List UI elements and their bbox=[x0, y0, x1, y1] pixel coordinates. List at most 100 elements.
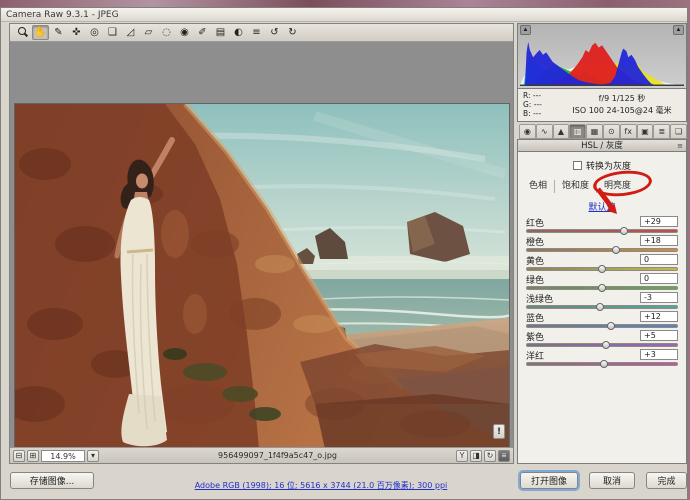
panel-tab-icon: ▦ bbox=[591, 127, 599, 136]
radial-filter-tool[interactable]: ◐ bbox=[230, 25, 247, 40]
exposure-info: f/9 1/125 秒 ISO 100 24-105@24 毫米 bbox=[558, 89, 686, 121]
slider-knob[interactable] bbox=[607, 322, 615, 330]
panel-menu-icon[interactable]: ≡ bbox=[677, 140, 683, 152]
workflow-options-link[interactable]: Adobe RGB (1998); 16 位; 5616 x 3744 (21.… bbox=[131, 480, 511, 491]
crop-tool[interactable]: ❑ bbox=[104, 25, 121, 40]
slider-value-input[interactable]: +12 bbox=[640, 311, 678, 322]
color-sampler-tool[interactable]: ✜ bbox=[68, 25, 85, 40]
open-image-button[interactable]: 打开图像 bbox=[520, 472, 578, 489]
transform-tool[interactable]: ▱ bbox=[140, 25, 157, 40]
preferences-button[interactable]: ≡ bbox=[248, 25, 265, 40]
exposure-line1: f/9 1/125 秒 bbox=[558, 93, 686, 105]
hand-tool[interactable]: ✋ bbox=[32, 25, 49, 40]
hsl-slider-row: 橙色 +18 bbox=[526, 235, 678, 254]
cancel-button[interactable]: 取消 bbox=[589, 472, 635, 489]
slider-knob[interactable] bbox=[596, 303, 604, 311]
slider-knob[interactable] bbox=[598, 284, 606, 292]
panel-tab-icon: fx bbox=[624, 127, 632, 136]
filename-label: 956499097_1f4f9a5c47_o.jpg bbox=[101, 451, 454, 460]
title-bar: Camera Raw 9.3.1 - JPEG bbox=[1, 8, 687, 22]
hsl-subtab[interactable]: 色相 bbox=[522, 180, 555, 193]
tool-icon: ↻ bbox=[288, 26, 296, 39]
slider-knob[interactable] bbox=[602, 341, 610, 349]
slider-track[interactable] bbox=[526, 324, 678, 328]
tab-split-toning[interactable]: ▦ bbox=[586, 124, 603, 139]
slider-value-input[interactable]: +5 bbox=[640, 330, 678, 341]
slider-value-input[interactable]: 0 bbox=[640, 273, 678, 284]
tab-effects[interactable]: fx bbox=[620, 124, 637, 139]
split-view-button[interactable]: ◨ bbox=[470, 450, 482, 462]
adjustment-brush-tool[interactable]: ✐ bbox=[194, 25, 211, 40]
rotate-right-button[interactable]: ↻ bbox=[284, 25, 301, 40]
tab-detail[interactable]: ▲ bbox=[553, 124, 570, 139]
red-eye-tool[interactable]: ◉ bbox=[176, 25, 193, 40]
panel-tab-icon: ▲ bbox=[558, 127, 564, 136]
slider-label: 浅绿色 bbox=[526, 292, 553, 305]
camera-raw-window: Camera Raw 9.3.1 - JPEG ✋✎✜◎❑◿▱◌◉✐▤◐≡↺↻ bbox=[0, 7, 688, 500]
tool-icon: ◎ bbox=[90, 26, 99, 39]
shadow-clipping-icon[interactable]: ▲ bbox=[520, 25, 531, 35]
tab-lens-corrections[interactable]: ⊙ bbox=[603, 124, 620, 139]
convert-grayscale-checkbox[interactable] bbox=[573, 161, 582, 170]
zoom-dropdown-button[interactable]: ▾ bbox=[87, 450, 99, 462]
zoom-in-button[interactable]: ⊞ bbox=[27, 450, 39, 462]
panel-tab-icon: ▣ bbox=[641, 127, 649, 136]
slider-track[interactable] bbox=[526, 305, 678, 309]
exif-panel: R: ---G: ---B: --- f/9 1/125 秒 ISO 100 2… bbox=[517, 89, 687, 122]
tab-tone-curve[interactable]: ∿ bbox=[536, 124, 553, 139]
slider-value-input[interactable]: +18 bbox=[640, 235, 678, 246]
slider-value-input[interactable]: 0 bbox=[640, 254, 678, 265]
slider-knob[interactable] bbox=[598, 265, 606, 273]
rgb-readout: R: ---G: ---B: --- bbox=[518, 89, 558, 121]
slider-value-input[interactable]: -3 bbox=[640, 292, 678, 303]
view-menu-button[interactable]: ≡ bbox=[498, 450, 510, 462]
graduated-filter-tool[interactable]: ▤ bbox=[212, 25, 229, 40]
hsl-panel-title: HSL / 灰度 ≡ bbox=[517, 139, 687, 152]
tool-icon: ✐ bbox=[198, 26, 206, 39]
warning-badge[interactable]: ! bbox=[493, 424, 505, 439]
annotation-arrow bbox=[576, 186, 646, 231]
spot-removal-tool[interactable]: ◌ bbox=[158, 25, 175, 40]
highlight-clipping-icon[interactable]: ▲ bbox=[673, 25, 684, 35]
hsl-slider-row: 黄色 0 bbox=[526, 254, 678, 273]
slider-label: 绿色 bbox=[526, 273, 544, 286]
tool-icon bbox=[17, 26, 28, 38]
tab-camera-calibration[interactable]: ▣ bbox=[637, 124, 654, 139]
tool-icon: ◿ bbox=[127, 26, 135, 39]
slider-knob[interactable] bbox=[612, 246, 620, 254]
tab-snapshots[interactable]: ❏ bbox=[670, 124, 687, 139]
done-button[interactable]: 完成 bbox=[646, 472, 687, 489]
panel-tab-icon: ◉ bbox=[524, 127, 531, 136]
slider-track[interactable] bbox=[526, 343, 678, 347]
slider-track[interactable] bbox=[526, 362, 678, 366]
zoom-tool[interactable] bbox=[14, 25, 31, 40]
white-balance-tool[interactable]: ✎ bbox=[50, 25, 67, 40]
slider-label: 紫色 bbox=[526, 330, 544, 343]
preview-toggle-button[interactable]: Y bbox=[456, 450, 468, 462]
zoom-out-button[interactable]: ⊟ bbox=[13, 450, 25, 462]
photo-preview bbox=[15, 104, 509, 447]
slider-value-input[interactable]: +3 bbox=[640, 349, 678, 360]
slider-track[interactable] bbox=[526, 286, 678, 290]
tool-icon: ◉ bbox=[180, 26, 189, 39]
tab-basic[interactable]: ◉ bbox=[519, 124, 536, 139]
tab-presets[interactable]: ≣ bbox=[653, 124, 670, 139]
panel-tab-icon: ≣ bbox=[658, 127, 665, 136]
save-image-button[interactable]: 存储图像... bbox=[10, 472, 94, 489]
tool-icon: ↺ bbox=[270, 26, 278, 39]
straighten-tool[interactable]: ◿ bbox=[122, 25, 139, 40]
cycle-view-button[interactable]: ↻ bbox=[484, 450, 496, 462]
targeted-adjustment-tool[interactable]: ◎ bbox=[86, 25, 103, 40]
preview-status-bar: ⊟ ⊞ 14.9% ▾ 956499097_1f4f9a5c47_o.jpg Y… bbox=[10, 447, 513, 463]
zoom-level-select[interactable]: 14.9% bbox=[41, 450, 85, 462]
tab-hsl-grayscale[interactable]: ▥ bbox=[569, 124, 586, 139]
rotate-left-button[interactable]: ↺ bbox=[266, 25, 283, 40]
slider-track[interactable] bbox=[526, 267, 678, 271]
tool-icon: ◌ bbox=[162, 26, 171, 39]
slider-knob[interactable] bbox=[600, 360, 608, 368]
slider-track[interactable] bbox=[526, 248, 678, 252]
hsl-slider-row: 浅绿色 -3 bbox=[526, 292, 678, 311]
hsl-slider-row: 蓝色 +12 bbox=[526, 311, 678, 330]
tool-icon: ▤ bbox=[216, 26, 225, 39]
panel-tab-icon: ❏ bbox=[675, 127, 682, 136]
